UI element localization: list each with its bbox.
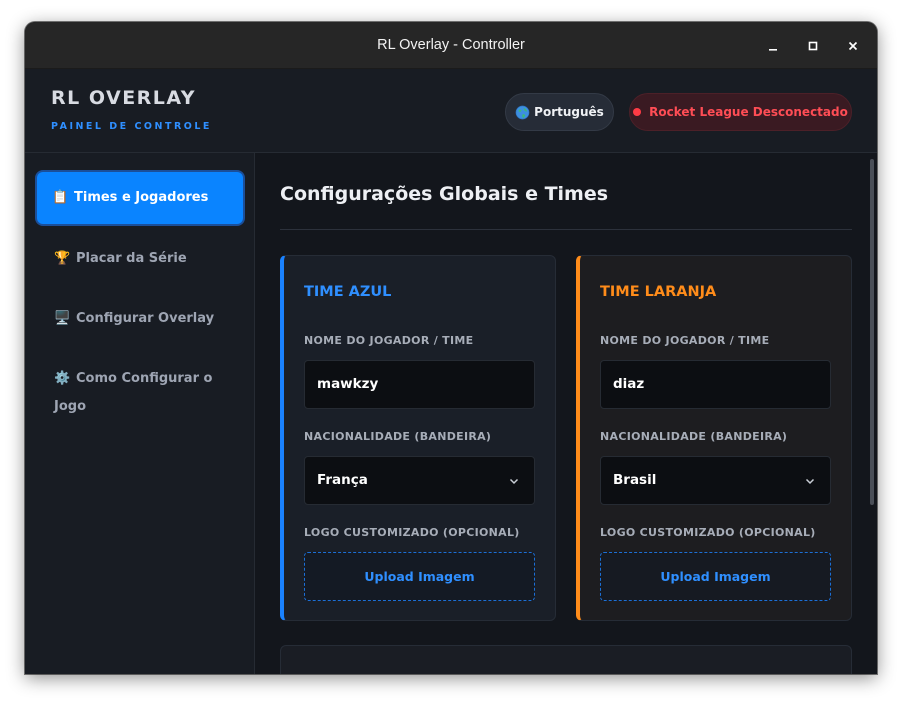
nationality-selected-value: Brasil [613, 472, 657, 488]
sidebar-item-label: Times e Jogadores [74, 190, 209, 205]
global-settings-card [280, 645, 852, 674]
minimize-button[interactable] [761, 34, 785, 58]
status-dot-icon [633, 108, 642, 116]
sidebar-item-label-continued: Jogo [54, 399, 87, 414]
nationality-select[interactable]: França [304, 456, 535, 505]
maximize-button[interactable] [801, 34, 825, 58]
language-label: Português [534, 105, 604, 119]
brand-subtitle: PAINEL DE CONTROLE [51, 121, 212, 132]
main-content: Configurações Globais e Times TIME AZUL … [256, 153, 877, 674]
logo-field-label: LOGO CUSTOMIZADO (OPCIONAL) [304, 526, 520, 539]
brand-title: RL OVERLAY [51, 87, 197, 109]
sidebar: 📋 Times e Jogadores 🏆 Placar da Série 🖥️ Co… [25, 153, 255, 674]
nationality-select[interactable]: Brasil [600, 456, 831, 505]
sidebar-item-label: Configurar Overlay [76, 311, 215, 326]
sidebar-item-configurar-overlay[interactable]: 🖥️ Configurar Overlay [37, 305, 243, 333]
title-bar: RL Overlay - Controller [25, 22, 877, 69]
name-field-label: NOME DO JOGADOR / TIME [600, 334, 770, 347]
trophy-icon: 🏆 [54, 251, 71, 266]
app-header: RL OVERLAY PAINEL DE CONTROLE Português … [25, 69, 877, 153]
clipboard-icon: 📋 [52, 190, 69, 205]
name-field-label: NOME DO JOGADOR / TIME [304, 334, 474, 347]
nationality-field-label: NACIONALIDADE (BANDEIRA) [600, 430, 788, 443]
globe-icon [515, 105, 530, 119]
chevron-down-icon [805, 478, 815, 485]
maximize-icon [808, 41, 818, 51]
team-title: TIME LARANJA [600, 284, 717, 300]
chevron-down-icon [509, 478, 519, 485]
team-title: TIME AZUL [304, 284, 392, 300]
team-card-blue: TIME AZUL NOME DO JOGADOR / TIME mawkzy … [280, 255, 556, 621]
logo-field-label: LOGO CUSTOMIZADO (OPCIONAL) [600, 526, 816, 539]
connection-status-label: Rocket League Desconectado [649, 105, 848, 119]
sidebar-item-times-jogadores[interactable]: 📋 Times e Jogadores [37, 172, 243, 224]
team-name-input[interactable]: diaz [600, 360, 831, 409]
app-window: RL Overlay - Controller RL OVERLAY PAINE… [25, 22, 877, 674]
language-button[interactable]: Português [505, 93, 614, 131]
nationality-selected-value: França [317, 472, 368, 488]
monitor-icon: 🖥️ [54, 311, 71, 326]
team-card-orange: TIME LARANJA NOME DO JOGADOR / TIME diaz… [576, 255, 852, 621]
sidebar-item-label: Como Configurar o [76, 371, 213, 386]
minimize-icon [769, 49, 777, 51]
connection-status-badge: Rocket League Desconectado [629, 93, 852, 131]
close-button[interactable] [841, 34, 865, 58]
window-title: RL Overlay - Controller [377, 37, 525, 53]
close-icon [848, 41, 858, 51]
page-title: Configurações Globais e Times [280, 183, 609, 205]
title-divider [280, 229, 852, 230]
gear-icon: ⚙️ [54, 371, 71, 386]
nationality-field-label: NACIONALIDADE (BANDEIRA) [304, 430, 492, 443]
sidebar-item-como-configurar[interactable]: ⚙️ Como Configurar o Jogo [37, 365, 243, 421]
sidebar-item-label: Placar da Série [76, 251, 187, 266]
upload-image-button[interactable]: Upload Imagem [600, 552, 831, 601]
upload-image-button[interactable]: Upload Imagem [304, 552, 535, 601]
vertical-scrollbar[interactable] [870, 159, 874, 505]
team-name-input[interactable]: mawkzy [304, 360, 535, 409]
sidebar-item-placar-serie[interactable]: 🏆 Placar da Série [37, 245, 243, 273]
